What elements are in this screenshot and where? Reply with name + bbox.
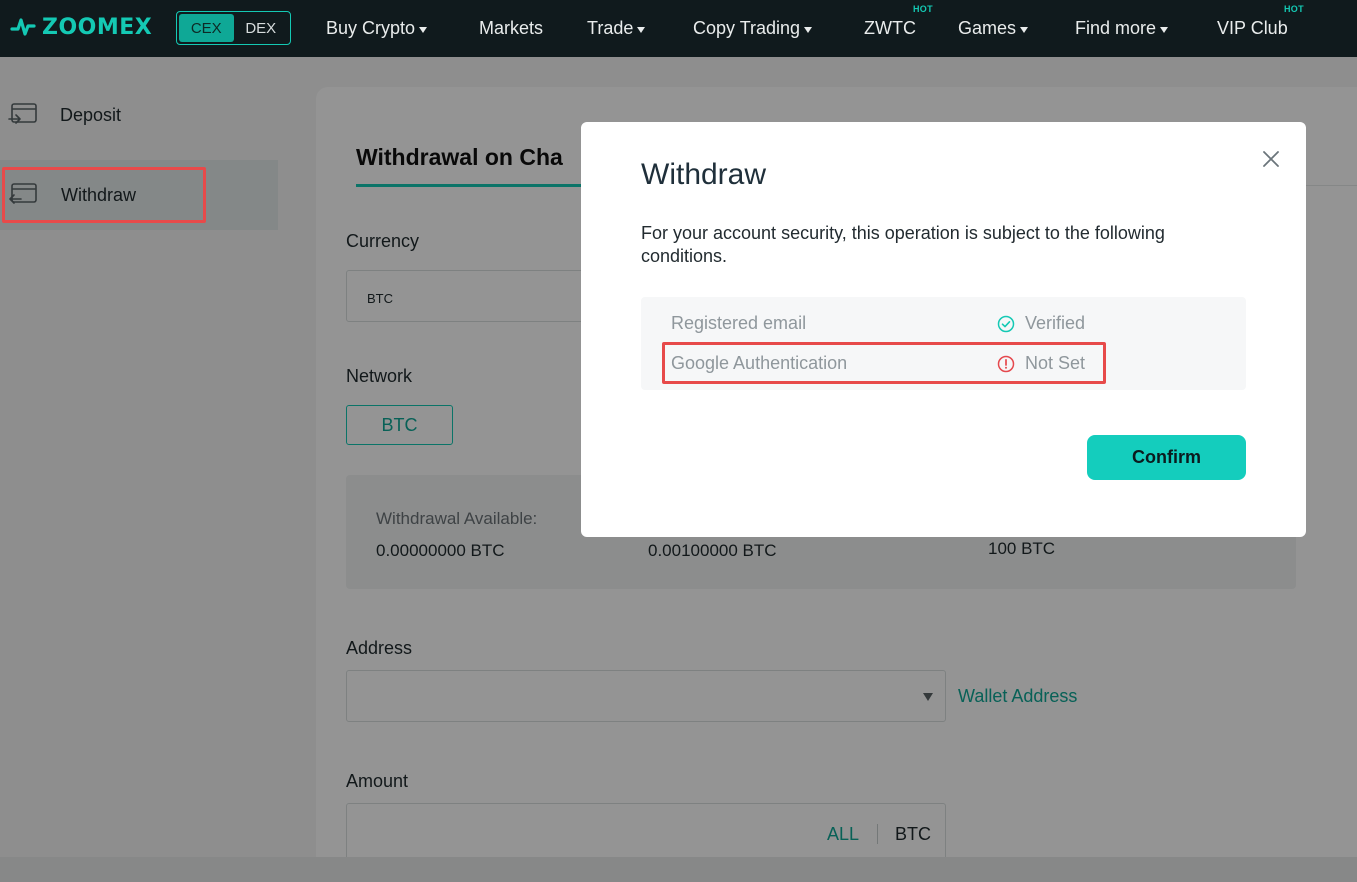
condition-status-not-set: Not Set	[997, 353, 1085, 374]
nav-label: Copy Trading	[693, 18, 801, 38]
caret-down-icon	[1160, 26, 1169, 33]
nav-find-more[interactable]: Find more	[1075, 0, 1169, 57]
brand-name: ZOOMEX	[42, 14, 153, 40]
hot-badge: HOT	[1284, 4, 1304, 14]
condition-status-text: Verified	[1025, 313, 1086, 333]
hot-badge: HOT	[913, 4, 933, 14]
switch-option-dex[interactable]: DEX	[234, 14, 289, 42]
caret-down-icon	[804, 26, 813, 33]
condition-google-authentication: Google Authentication	[671, 353, 848, 373]
nav-copy-trading[interactable]: Copy Trading	[693, 0, 813, 57]
caret-down-icon	[637, 26, 646, 33]
nav-label: Find more	[1075, 18, 1157, 38]
close-icon[interactable]	[1261, 149, 1281, 169]
cex-dex-switch: CEX DEX	[176, 11, 291, 45]
condition-status-text: Not Set	[1025, 353, 1086, 373]
conditions-panel: Registered email Verified Google Authent…	[641, 297, 1246, 390]
nav-label: Buy Crypto	[326, 18, 416, 38]
zoomex-logo-icon	[10, 18, 36, 36]
withdraw-modal: Withdraw For your account security, this…	[581, 122, 1306, 537]
top-navigation: ZOOMEX CEX DEX Buy Crypto Markets Trade …	[0, 0, 1357, 57]
nav-label: Markets	[479, 18, 544, 38]
nav-label: VIP Club	[1217, 18, 1288, 38]
alert-circle-icon	[997, 355, 1015, 372]
nav-vip-club[interactable]: VIP Club	[1217, 0, 1288, 57]
nav-label: ZWTC	[864, 18, 916, 38]
nav-buy-crypto[interactable]: Buy Crypto	[326, 0, 428, 57]
nav-games[interactable]: Games	[958, 0, 1029, 57]
confirm-button[interactable]: Confirm	[1087, 435, 1246, 480]
nav-markets[interactable]: Markets	[479, 0, 543, 57]
brand-logo[interactable]: ZOOMEX	[10, 14, 152, 40]
modal-title: Withdraw	[641, 158, 767, 191]
modal-description: For your account security, this operatio…	[641, 223, 1165, 266]
condition-registered-email: Registered email	[671, 313, 807, 333]
caret-down-icon	[419, 26, 428, 33]
caret-down-icon	[1020, 26, 1029, 33]
condition-status-verified: Verified	[997, 313, 1085, 334]
switch-option-cex[interactable]: CEX	[179, 14, 234, 42]
nav-label: Trade	[587, 18, 634, 38]
nav-label: Games	[958, 18, 1017, 38]
check-circle-icon	[997, 315, 1015, 332]
nav-trade[interactable]: Trade	[587, 0, 646, 57]
nav-zwtc[interactable]: ZWTC	[864, 0, 916, 57]
